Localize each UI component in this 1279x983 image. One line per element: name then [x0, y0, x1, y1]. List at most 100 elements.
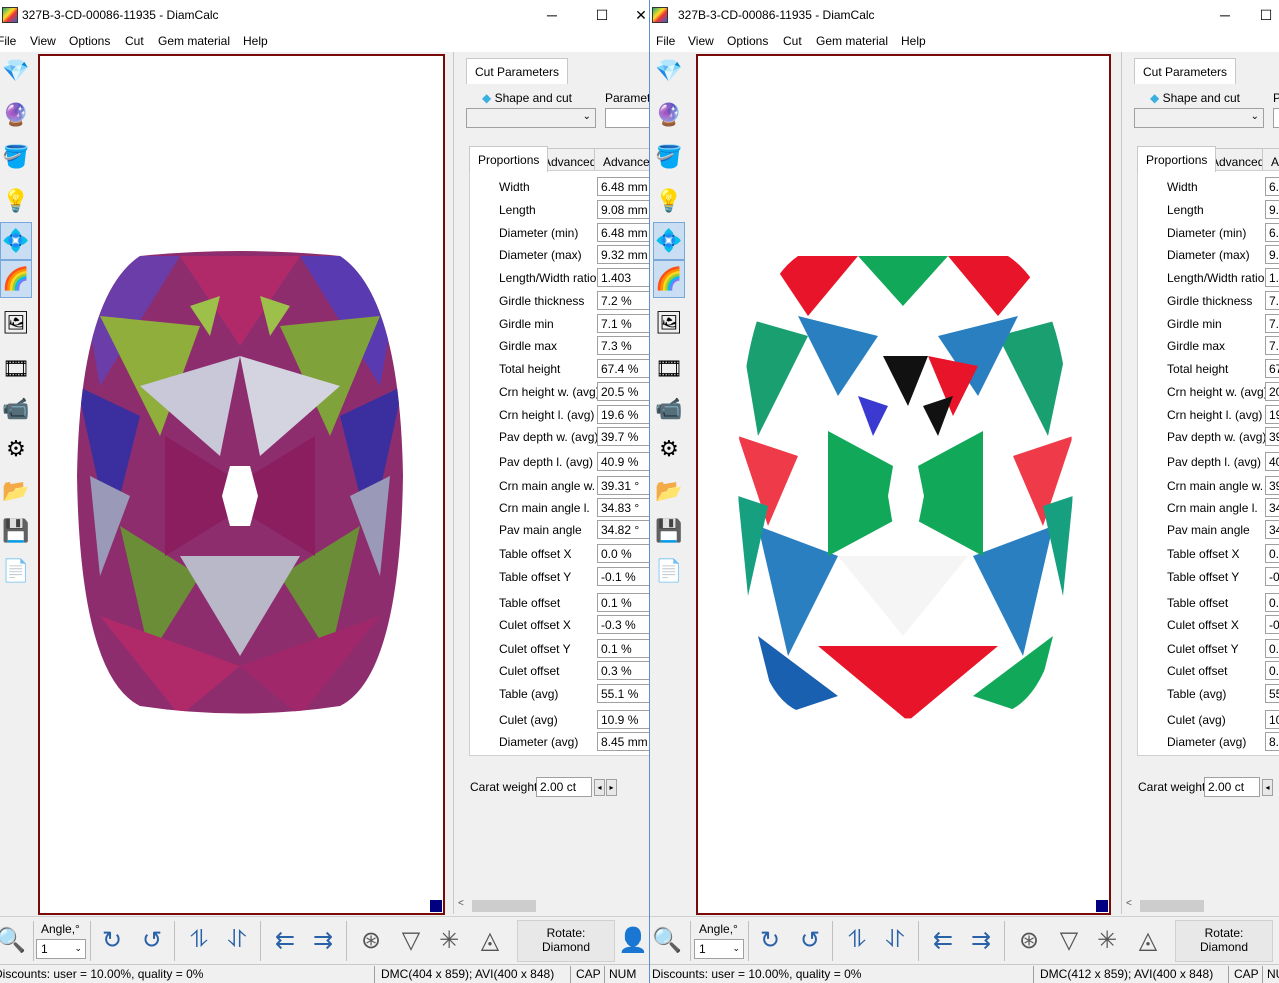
parameters-field[interactable] — [1273, 108, 1279, 128]
zoom-magnifier-icon[interactable]: 🔍 — [652, 925, 682, 955]
proportion-value-field[interactable]: 55.1 % — [597, 684, 649, 703]
flip-vertical-icon[interactable]: ⥮ — [184, 925, 214, 955]
rotate-ccw-icon[interactable]: ↻ — [97, 925, 127, 955]
menu-help[interactable]: Help — [243, 34, 268, 48]
diamond-icon[interactable]: 💎 — [0, 52, 32, 90]
proportion-value-field[interactable]: 19.6 % — [597, 405, 649, 424]
scrollbar-thumb[interactable] — [1140, 900, 1204, 912]
tilt-right-icon[interactable]: ⇉ — [308, 925, 338, 955]
rotate-cw-icon[interactable]: ↺ — [795, 925, 825, 955]
spin-right-button[interactable]: ▸ — [606, 779, 617, 796]
diamond-view-right[interactable] — [696, 54, 1111, 915]
proportion-value-field[interactable]: 6.48 mm — [597, 223, 649, 242]
proportion-value-field[interactable]: 0.1 — [1265, 639, 1279, 658]
diamond-icon[interactable]: 💎 — [653, 52, 685, 90]
tab-proportions[interactable]: Proportions — [469, 146, 549, 172]
proportion-value-field[interactable]: 6.48 mm — [597, 177, 649, 196]
tab-proportions[interactable]: Proportions — [1137, 146, 1217, 172]
proportion-value-field[interactable]: 20 — [1265, 382, 1279, 401]
resize-corner[interactable] — [1096, 900, 1108, 912]
menu-help[interactable]: Help — [901, 34, 926, 48]
proportion-value-field[interactable]: 39 — [1265, 427, 1279, 446]
proportion-value-field[interactable]: 40.9 % — [597, 452, 649, 471]
rotate-diamond-box[interactable]: Rotate: Diamond — [517, 920, 615, 962]
proportion-value-field[interactable]: 19 — [1265, 405, 1279, 424]
proportion-value-field[interactable]: 0.0 % — [597, 544, 649, 563]
proportion-value-field[interactable]: 7.3 % — [597, 336, 649, 355]
open-folder-icon[interactable]: 📂 — [653, 472, 685, 510]
proportion-value-field[interactable]: 0.3 — [1265, 661, 1279, 680]
top-view-diamond-icon[interactable]: ⊛ — [356, 925, 386, 955]
menu-view[interactable]: View — [30, 34, 56, 48]
proportion-value-field[interactable]: 55 — [1265, 684, 1279, 703]
proportion-value-field[interactable]: 10 — [1265, 710, 1279, 729]
angle-select[interactable]: 1 ⌄ — [36, 939, 86, 959]
proportion-value-field[interactable]: 39.31 ° — [597, 476, 649, 495]
carat-weight-input[interactable]: 2.00 ct — [1204, 777, 1260, 797]
diamond-view-left[interactable] — [38, 54, 445, 915]
proportion-value-field[interactable]: -0.1 % — [597, 567, 649, 586]
menu-options[interactable]: Options — [69, 34, 110, 48]
proportion-value-field[interactable]: 34.82 ° — [597, 520, 649, 539]
spectrum-prism-icon[interactable]: 🌈 — [0, 260, 32, 298]
menu-file[interactable]: File — [0, 34, 16, 48]
diamond-render-icon[interactable]: 💠 — [653, 222, 685, 260]
tab-advanced-2[interactable]: Ac — [1262, 148, 1279, 172]
rotate-cw-icon[interactable]: ↺ — [137, 925, 167, 955]
tilt-right-icon[interactable]: ⇉ — [966, 925, 996, 955]
angle-select[interactable]: 1 ⌄ — [694, 939, 744, 959]
diamond-settings-icon[interactable]: ⚙ — [0, 430, 32, 468]
gem-sphere-icon[interactable]: 🔮 — [0, 96, 32, 134]
tab-cut-parameters[interactable]: Cut Parameters — [466, 58, 569, 84]
image-diamond-icon[interactable]: 🖼 — [0, 304, 32, 342]
angled-view-diamond-icon[interactable]: ◬ — [1133, 925, 1163, 955]
proportion-value-field[interactable]: 34.83 ° — [597, 498, 649, 517]
menu-options[interactable]: Options — [727, 34, 768, 48]
spin-left-button[interactable]: ◂ — [1262, 779, 1273, 796]
carat-weight-input[interactable]: 2.00 ct — [536, 777, 592, 797]
spin-left-button[interactable]: ◂ — [594, 779, 605, 796]
menu-cut[interactable]: Cut — [125, 34, 144, 48]
diamond-settings-icon[interactable]: ⚙ — [653, 430, 685, 468]
open-folder-icon[interactable]: 📂 — [0, 472, 32, 510]
save-disk-icon[interactable]: 💾 — [653, 512, 685, 550]
proportion-value-field[interactable]: 67.4 % — [597, 359, 649, 378]
maximize-button[interactable]: ☐ — [1243, 0, 1279, 30]
parameters-field[interactable] — [605, 108, 649, 128]
video-record-icon[interactable]: 📹 — [0, 390, 32, 428]
flip-vertical-2-icon[interactable]: ⥯ — [880, 925, 910, 955]
proportion-value-field[interactable]: 10.9 % — [597, 710, 649, 729]
user-icon[interactable]: 👤 — [618, 925, 648, 955]
tilt-left-icon[interactable]: ⇇ — [928, 925, 958, 955]
video-play-icon[interactable]: 🎞 — [0, 350, 32, 388]
light-bulb-icon[interactable]: 💡 — [0, 182, 32, 220]
proportion-value-field[interactable]: 1.4 — [1265, 268, 1279, 287]
image-diamond-icon[interactable]: 🖼 — [653, 304, 685, 342]
flip-vertical-2-icon[interactable]: ⥯ — [222, 925, 252, 955]
proportion-value-field[interactable]: 34 — [1265, 498, 1279, 517]
menu-gem-material[interactable]: Gem material — [816, 34, 888, 48]
tab-advanced-2[interactable]: Advanced — [594, 148, 649, 172]
proportion-value-field[interactable]: 9.32 mm — [597, 245, 649, 264]
proportion-value-field[interactable]: 6.4 — [1265, 177, 1279, 196]
paint-bucket-icon[interactable]: 🪣 — [653, 138, 685, 176]
word-document-icon[interactable]: 📄 — [0, 552, 32, 590]
spectrum-prism-icon[interactable]: 🌈 — [653, 260, 685, 298]
resize-corner[interactable] — [430, 900, 442, 912]
zoom-magnifier-icon[interactable]: 🔍 — [0, 925, 26, 955]
proportion-value-field[interactable]: 0.1 — [1265, 593, 1279, 612]
proportion-value-field[interactable]: 0.1 % — [597, 593, 649, 612]
proportion-value-field[interactable]: -0.3 % — [597, 615, 649, 634]
tilt-left-icon[interactable]: ⇇ — [270, 925, 300, 955]
angled-view-diamond-icon[interactable]: ◬ — [475, 925, 505, 955]
proportion-value-field[interactable]: 7.3 — [1265, 336, 1279, 355]
proportion-value-field[interactable]: 34 — [1265, 520, 1279, 539]
shape-and-cut-select[interactable]: ⌄ — [1134, 108, 1264, 128]
light-bulb-icon[interactable]: 💡 — [653, 182, 685, 220]
proportion-value-field[interactable]: 7.2 % — [597, 291, 649, 310]
menu-view[interactable]: View — [688, 34, 714, 48]
proportion-value-field[interactable]: 7.2 — [1265, 291, 1279, 310]
flip-vertical-icon[interactable]: ⥮ — [842, 925, 872, 955]
menu-file[interactable]: File — [656, 34, 675, 48]
gem-sphere-icon[interactable]: 🔮 — [653, 96, 685, 134]
